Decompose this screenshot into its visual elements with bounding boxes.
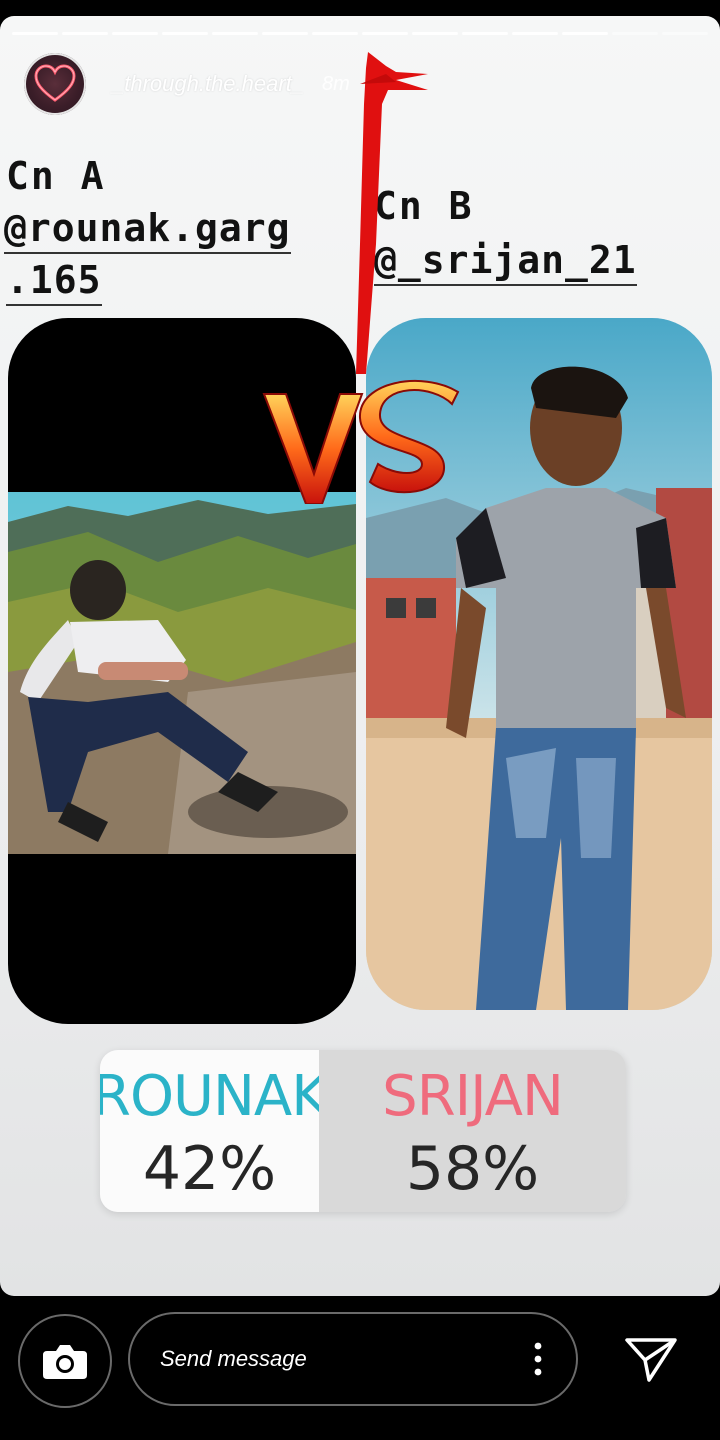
poll-option-b-name: SRIJAN: [382, 1064, 564, 1129]
poll-option-b-percent: 58%: [405, 1134, 540, 1204]
camera-icon: [43, 1345, 87, 1379]
poll-sticker: ROUNAK 42% SRIJAN 58%: [100, 1050, 626, 1212]
contestant-a-handle-continued[interactable]: .165: [6, 258, 102, 306]
progress-segment: [262, 32, 308, 35]
progress-segment: [12, 32, 58, 35]
poll-option-a-percent: 42%: [142, 1134, 277, 1204]
progress-segment: [312, 32, 358, 35]
poll-option-b[interactable]: SRIJAN 58%: [319, 1050, 626, 1212]
progress-segment: [512, 32, 558, 35]
progress-segment: [112, 32, 158, 35]
story-username[interactable]: _through.the.heart_: [112, 71, 304, 97]
camera-button[interactable]: [18, 1314, 112, 1408]
more-vertical-icon[interactable]: [534, 1342, 542, 1376]
avatar[interactable]: [24, 53, 86, 115]
heart-icon: [34, 64, 76, 102]
send-message-placeholder: Send message: [160, 1346, 307, 1371]
contestant-a-handle[interactable]: @rounak.garg: [4, 206, 291, 254]
progress-segment: [162, 32, 208, 35]
progress-segment: [412, 32, 458, 35]
story-reply-bar: Send message: [0, 1296, 720, 1440]
progress-segment: [212, 32, 258, 35]
contestant-a-title: Cn A: [6, 154, 106, 198]
story-progress-bar: [12, 32, 708, 35]
poll-option-a[interactable]: ROUNAK 42%: [100, 1050, 328, 1212]
send-icon[interactable]: [624, 1336, 678, 1384]
progress-segment: [562, 32, 608, 35]
poll-option-a-name: ROUNAK: [100, 1064, 328, 1129]
progress-segment: [662, 32, 708, 35]
story-viewer[interactable]: _through.the.heart_ 8m Cn A @rounak.garg…: [0, 16, 720, 1296]
vs-fire-logo: [262, 379, 460, 504]
progress-segment: [62, 32, 108, 35]
red-brush-stroke: [356, 52, 428, 374]
send-message-input[interactable]: Send message: [128, 1312, 578, 1406]
progress-segment: [362, 32, 408, 35]
mountain-scene: [8, 492, 356, 854]
story-header: _through.the.heart_ 8m: [24, 52, 350, 116]
progress-segment: [612, 32, 658, 35]
progress-segment: [462, 32, 508, 35]
